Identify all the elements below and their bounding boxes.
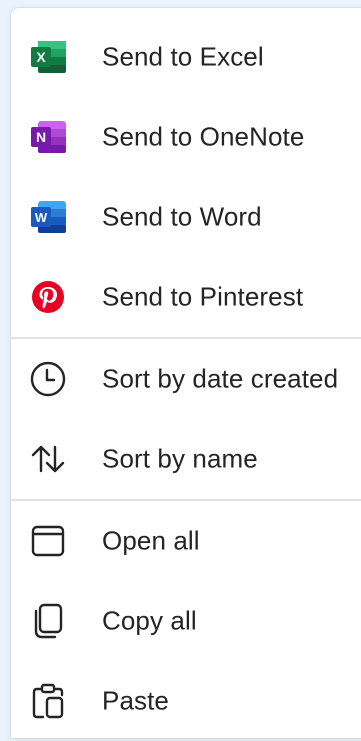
menu-item-send-to-onenote[interactable]: N Send to OneNote [11, 97, 361, 177]
menu-item-send-to-pinterest[interactable]: Send to Pinterest [11, 257, 361, 337]
onenote-icon: N [25, 114, 71, 160]
word-icon: W [25, 194, 71, 240]
pinterest-icon [25, 274, 71, 320]
copy-icon [25, 598, 71, 644]
menu-item-sort-by-date-created[interactable]: Sort by date created [11, 339, 361, 419]
menu-item-open-all[interactable]: Open all [11, 501, 361, 581]
menu-item-label: Paste [102, 685, 169, 716]
menu-item-label: Send to Word [102, 201, 262, 232]
sort-arrows-icon [25, 436, 71, 482]
menu-item-label: Send to OneNote [102, 121, 305, 152]
menu-item-paste[interactable]: Paste [11, 661, 361, 741]
menu-item-send-to-excel[interactable]: X Send to Excel [11, 17, 361, 97]
menu-item-label: Sort by date created [102, 363, 339, 394]
context-menu: X Send to Excel N Send to OneNote W Send… [11, 8, 361, 738]
menu-item-sort-by-name[interactable]: Sort by name [11, 419, 361, 499]
menu-item-label: Send to Pinterest [102, 281, 304, 312]
excel-icon-letter: X [36, 49, 46, 65]
paste-icon [25, 678, 71, 724]
menu-item-label: Sort by name [102, 443, 258, 474]
excel-icon: X [25, 34, 71, 80]
menu-item-copy-all[interactable]: Copy all [11, 581, 361, 661]
menu-item-label: Open all [102, 525, 200, 556]
menu-item-send-to-word[interactable]: W Send to Word [11, 177, 361, 257]
onenote-icon-letter: N [36, 129, 46, 145]
menu-item-label: Copy all [102, 605, 197, 636]
clock-icon [25, 356, 71, 402]
word-icon-letter: W [35, 210, 48, 225]
menu-item-label: Send to Excel [102, 41, 264, 72]
window-icon [25, 518, 71, 564]
